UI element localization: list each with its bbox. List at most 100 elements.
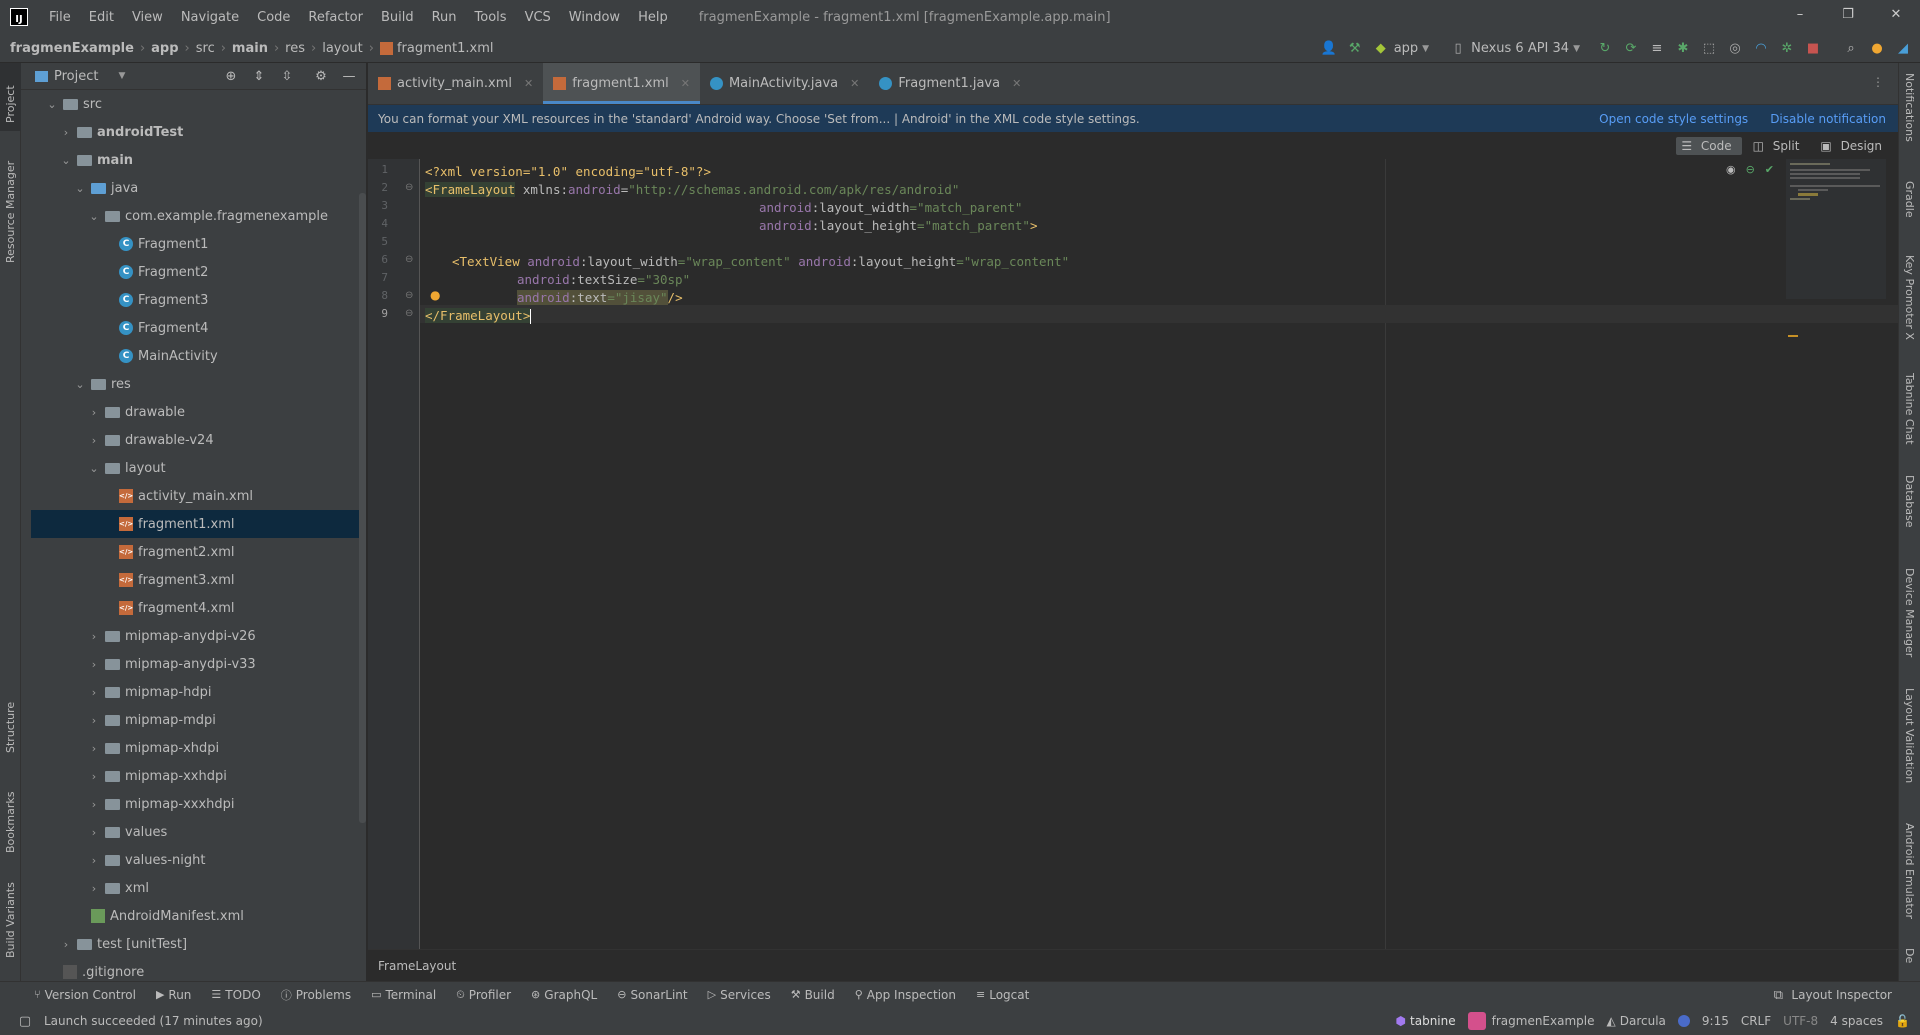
device-select[interactable]: ▯ Nexus 6 API 34 ▼ xyxy=(1449,40,1580,58)
minimize-button[interactable]: – xyxy=(1776,0,1824,30)
key-promoter-tool-button[interactable]: Key Promoter X xyxy=(1903,255,1916,340)
tree-item[interactable]: ⌄ res xyxy=(21,370,366,398)
tree-item[interactable]: › androidTest xyxy=(21,118,366,146)
tree-item[interactable]: › mipmap-xhdpi xyxy=(21,734,366,762)
breadcrumb-item[interactable]: main xyxy=(232,41,268,56)
chevron-right-icon[interactable]: › xyxy=(59,126,73,139)
run-config-select[interactable]: ◆ app ▼ xyxy=(1372,40,1429,58)
tree-item[interactable]: C Fragment2 xyxy=(21,258,366,286)
breadcrumb-item[interactable]: FrameLayout xyxy=(378,959,456,973)
chevron-down-icon[interactable]: ⌄ xyxy=(87,462,101,475)
gear-icon[interactable]: ⚙ xyxy=(312,67,330,85)
check-icon[interactable]: ✔ xyxy=(1765,163,1774,176)
attach-debugger-icon[interactable]: ⬚ xyxy=(1700,40,1718,58)
sync-icon[interactable]: ≡ xyxy=(1648,40,1666,58)
fold-icon[interactable]: ⊖ xyxy=(405,290,413,301)
tabnine-status[interactable]: ⬢ tabnine xyxy=(1396,1014,1456,1028)
tool-window-version-control[interactable]: ⑂ Version Control xyxy=(34,988,136,1002)
hammer-icon[interactable]: ⚒ xyxy=(1346,40,1364,58)
theme-status[interactable]: ◭ Darcula xyxy=(1607,1014,1666,1028)
chevron-right-icon[interactable]: › xyxy=(87,658,101,671)
menu-vcs[interactable]: VCS xyxy=(516,10,560,25)
tool-window-todo[interactable]: ☰ TODO xyxy=(211,988,260,1002)
editor-tab[interactable]: fragment1.xml ✕ xyxy=(543,63,700,104)
tree-item[interactable]: C MainActivity xyxy=(21,342,366,370)
tree-item[interactable]: › drawable-v24 xyxy=(21,426,366,454)
chevron-right-icon[interactable]: › xyxy=(87,742,101,755)
layout-inspector-button[interactable]: ⧉ Layout Inspector xyxy=(1769,982,1892,1008)
tree-item[interactable]: AndroidManifest.xml xyxy=(21,902,366,930)
tree-item[interactable]: › mipmap-xxxhdpi xyxy=(21,790,366,818)
maximize-button[interactable]: ❐ xyxy=(1824,0,1872,30)
tool-window-logcat[interactable]: ≡ Logcat xyxy=(976,988,1029,1002)
chevron-down-icon[interactable]: ⌄ xyxy=(73,378,87,391)
chevron-right-icon[interactable]: › xyxy=(87,826,101,839)
tree-item[interactable]: › values-night xyxy=(21,846,366,874)
hide-icon[interactable]: — xyxy=(340,67,358,85)
menu-file[interactable]: File xyxy=(40,10,80,25)
code-view-button[interactable]: ☰ Code xyxy=(1676,136,1742,155)
indicator-icon[interactable] xyxy=(1677,1015,1690,1027)
close-icon[interactable]: ✕ xyxy=(850,77,859,90)
breadcrumb-item[interactable]: res xyxy=(285,41,305,56)
tree-item[interactable]: C Fragment4 xyxy=(21,314,366,342)
locate-icon[interactable]: ⊕ xyxy=(222,67,240,85)
tree-item[interactable]: C Fragment1 xyxy=(21,230,366,258)
resource-manager-tool-button[interactable]: Resource Manager xyxy=(4,161,17,263)
close-icon[interactable]: ✕ xyxy=(524,77,533,90)
tree-item[interactable]: › mipmap-xxhdpi xyxy=(21,762,366,790)
chevron-down-icon[interactable]: ⌄ xyxy=(45,98,59,111)
menu-help[interactable]: Help xyxy=(629,10,677,25)
menu-view[interactable]: View xyxy=(123,10,172,25)
structure-tool-button[interactable]: Structure xyxy=(4,702,17,753)
tree-item[interactable]: .gitignore xyxy=(21,958,366,981)
tree-item[interactable]: </> fragment1.xml xyxy=(31,510,366,538)
tree-item[interactable]: ⌄ layout xyxy=(21,454,366,482)
design-view-button[interactable]: ▣ Design xyxy=(1815,137,1892,155)
editor-tab[interactable]: Fragment1.java ✕ xyxy=(869,63,1031,104)
tree-item[interactable]: › drawable xyxy=(21,398,366,426)
tree-item[interactable]: › mipmap-anydpi-v33 xyxy=(21,650,366,678)
chevron-right-icon[interactable]: › xyxy=(87,434,101,447)
breadcrumb-item[interactable]: layout xyxy=(322,41,363,56)
open-code-style-settings-link[interactable]: Open code style settings xyxy=(1599,112,1748,126)
stop-icon[interactable]: ■ xyxy=(1804,40,1822,58)
close-icon[interactable]: ✕ xyxy=(1012,77,1021,90)
toggle-panels-icon[interactable]: ▢ xyxy=(16,1012,34,1030)
profiler-icon[interactable]: ◠ xyxy=(1752,40,1770,58)
bookmarks-tool-button[interactable]: Bookmarks xyxy=(4,792,17,853)
warning-marker[interactable] xyxy=(1788,335,1798,337)
tree-item[interactable]: › xml xyxy=(21,874,366,902)
status-message[interactable]: Launch succeeded (17 minutes ago) xyxy=(44,1014,263,1028)
update-icon[interactable]: ● xyxy=(1868,40,1886,58)
close-icon[interactable]: ✕ xyxy=(681,77,690,90)
user-icon[interactable]: 👤 xyxy=(1320,40,1338,58)
tree-item[interactable]: › mipmap-hdpi xyxy=(21,678,366,706)
search-icon[interactable]: ⌕ xyxy=(1842,40,1860,58)
tree-item[interactable]: ⌄ main xyxy=(21,146,366,174)
minimap[interactable] xyxy=(1786,159,1886,299)
gradle-tool-button[interactable]: Gradle xyxy=(1903,181,1916,218)
breadcrumb-item[interactable]: app xyxy=(151,41,178,56)
scrollbar[interactable] xyxy=(359,193,366,823)
tool-window-profiler[interactable]: ⏲ Profiler xyxy=(456,988,511,1002)
lock-icon[interactable]: 🔓 xyxy=(1895,1014,1910,1028)
menu-code[interactable]: Code xyxy=(248,10,299,25)
chevron-right-icon[interactable]: › xyxy=(87,798,101,811)
project-status[interactable]: fragmenExample xyxy=(1467,1012,1595,1030)
menu-navigate[interactable]: Navigate xyxy=(172,10,248,25)
file-encoding[interactable]: UTF-8 xyxy=(1783,1014,1818,1028)
tree-item[interactable]: </> activity_main.xml xyxy=(21,482,366,510)
device-manager-tool-button[interactable]: Device Manager xyxy=(1903,568,1916,657)
fold-icon[interactable]: ⊖ xyxy=(405,254,413,265)
fold-icon[interactable]: ⊖ xyxy=(405,308,413,319)
eye-off-icon[interactable]: ◉ xyxy=(1726,163,1736,176)
menu-run[interactable]: Run xyxy=(423,10,466,25)
tree-item[interactable]: ⌄ src xyxy=(21,90,366,118)
tree-item[interactable]: ⌄ com.example.fragmenexample xyxy=(21,202,366,230)
bug-icon[interactable]: ✲ xyxy=(1778,40,1796,58)
project-tool-button[interactable]: Project xyxy=(4,85,17,123)
split-view-button[interactable]: ◫ Split xyxy=(1748,137,1810,155)
chevron-right-icon[interactable]: › xyxy=(87,630,101,643)
tool-window-services[interactable]: ▷ Services xyxy=(708,988,771,1002)
